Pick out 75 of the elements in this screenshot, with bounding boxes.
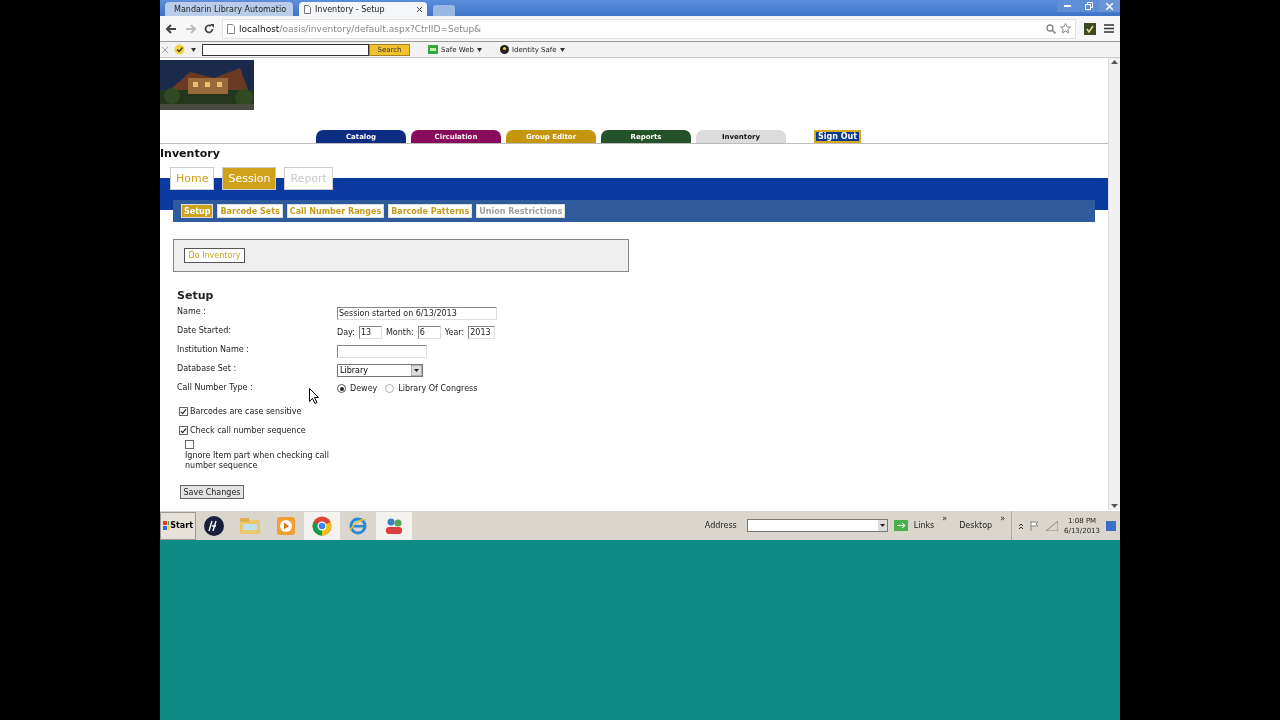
- checkmark-icon[interactable]: [174, 44, 185, 55]
- page-title: Inventory: [160, 146, 221, 162]
- go-icon[interactable]: [893, 520, 908, 531]
- checkbox[interactable]: [179, 407, 188, 416]
- field-label: Call Number Type :: [177, 383, 253, 392]
- toolbar-search-field[interactable]: [202, 43, 369, 56]
- address-bar[interactable]: localhost/oasis/inventory/default.aspx?CtrlID=Setup&: [222, 18, 1076, 39]
- chevron-up-icon[interactable]: [1018, 521, 1025, 530]
- institution-field[interactable]: [337, 345, 427, 358]
- star-icon[interactable]: [1060, 23, 1071, 34]
- search-icon[interactable]: [1046, 23, 1056, 34]
- year-field[interactable]: 2013: [468, 326, 496, 339]
- users-app-icon[interactable]: [376, 511, 412, 540]
- checkbox-label: Barcodes are case sensitive: [190, 407, 302, 416]
- restore-button[interactable]: [1078, 0, 1099, 12]
- browser-tab[interactable]: Mandarin Library Automatio: [165, 2, 293, 16]
- caret-icon: [477, 47, 482, 52]
- chevron-button[interactable]: »: [1000, 514, 1006, 523]
- checkbox-label: Check call number sequence: [190, 426, 306, 435]
- url-path: /oasis/inventory/default.aspx?CtrlID=Setup&: [279, 23, 482, 34]
- tab-title: Inventory - Setup: [315, 4, 385, 14]
- radio-label: Library Of Congress: [398, 384, 478, 393]
- day-field[interactable]: 13: [358, 326, 382, 339]
- identity-icon: [500, 45, 509, 54]
- radio-button[interactable]: [337, 384, 346, 393]
- flag-icon[interactable]: [1030, 520, 1041, 531]
- extension-icon[interactable]: [1084, 22, 1096, 35]
- form-title: Setup: [177, 289, 215, 304]
- page-icon: [227, 23, 235, 34]
- menu-icon[interactable]: [1104, 24, 1114, 33]
- page-icon: [304, 4, 311, 14]
- show-desktop-icon[interactable]: [1106, 520, 1116, 531]
- year-label: Year:: [444, 328, 465, 337]
- shield-icon: [428, 45, 438, 54]
- month-field[interactable]: 6: [417, 326, 441, 339]
- save-changes-button[interactable]: Save Changes: [180, 485, 244, 499]
- radio-label: Dewey: [350, 384, 378, 393]
- caret-icon: [559, 47, 565, 52]
- caret-icon: [191, 47, 196, 52]
- back-icon[interactable]: [166, 23, 177, 34]
- links-toolbar-label[interactable]: Links: [913, 521, 935, 530]
- dropdown-arrow-icon: [411, 365, 422, 376]
- start-button[interactable]: Start: [160, 511, 196, 540]
- restore-icon: [1084, 2, 1093, 10]
- field-label: Name :: [177, 307, 206, 316]
- minimize-button[interactable]: [1057, 0, 1078, 12]
- browser-app-icon[interactable]: [304, 511, 340, 540]
- sign-out-button[interactable]: Sign Out: [814, 130, 861, 143]
- chevron-button[interactable]: »: [942, 514, 948, 523]
- address-label: Address: [704, 521, 737, 530]
- close-icon[interactable]: [417, 6, 422, 12]
- reload-icon[interactable]: [204, 23, 214, 34]
- mouse-cursor-icon: [309, 388, 319, 404]
- windows-logo-icon: [163, 521, 170, 530]
- browser-tab[interactable]: Inventory - Setup: [299, 2, 427, 16]
- signal-icon[interactable]: [1046, 520, 1059, 531]
- close-button[interactable]: [1099, 0, 1120, 12]
- field-label: Date Started:: [177, 326, 231, 335]
- close-icon: [1106, 2, 1113, 10]
- checkbox-label: Ignore Item part when checking call number sequence: [185, 440, 340, 471]
- month-label: Month:: [385, 328, 414, 337]
- desktop-toolbar-label[interactable]: Desktop: [959, 521, 993, 530]
- checkbox[interactable]: [185, 440, 194, 449]
- radio-button[interactable]: [385, 384, 395, 393]
- field-label: Institution Name :: [177, 345, 249, 354]
- checkbox[interactable]: [179, 426, 188, 435]
- database-select[interactable]: Library: [337, 364, 423, 377]
- url-host: localhost: [239, 23, 280, 34]
- day-label: Day:: [337, 328, 355, 337]
- minimize-icon: [1064, 5, 1071, 7]
- scrollbar[interactable]: [1108, 58, 1120, 510]
- field-label: Database Set :: [177, 364, 237, 373]
- name-field[interactable]: Session started on 6/13/2013: [337, 307, 497, 320]
- address-combo[interactable]: [746, 519, 888, 532]
- tab-title: Mandarin Library Automatio: [174, 4, 287, 14]
